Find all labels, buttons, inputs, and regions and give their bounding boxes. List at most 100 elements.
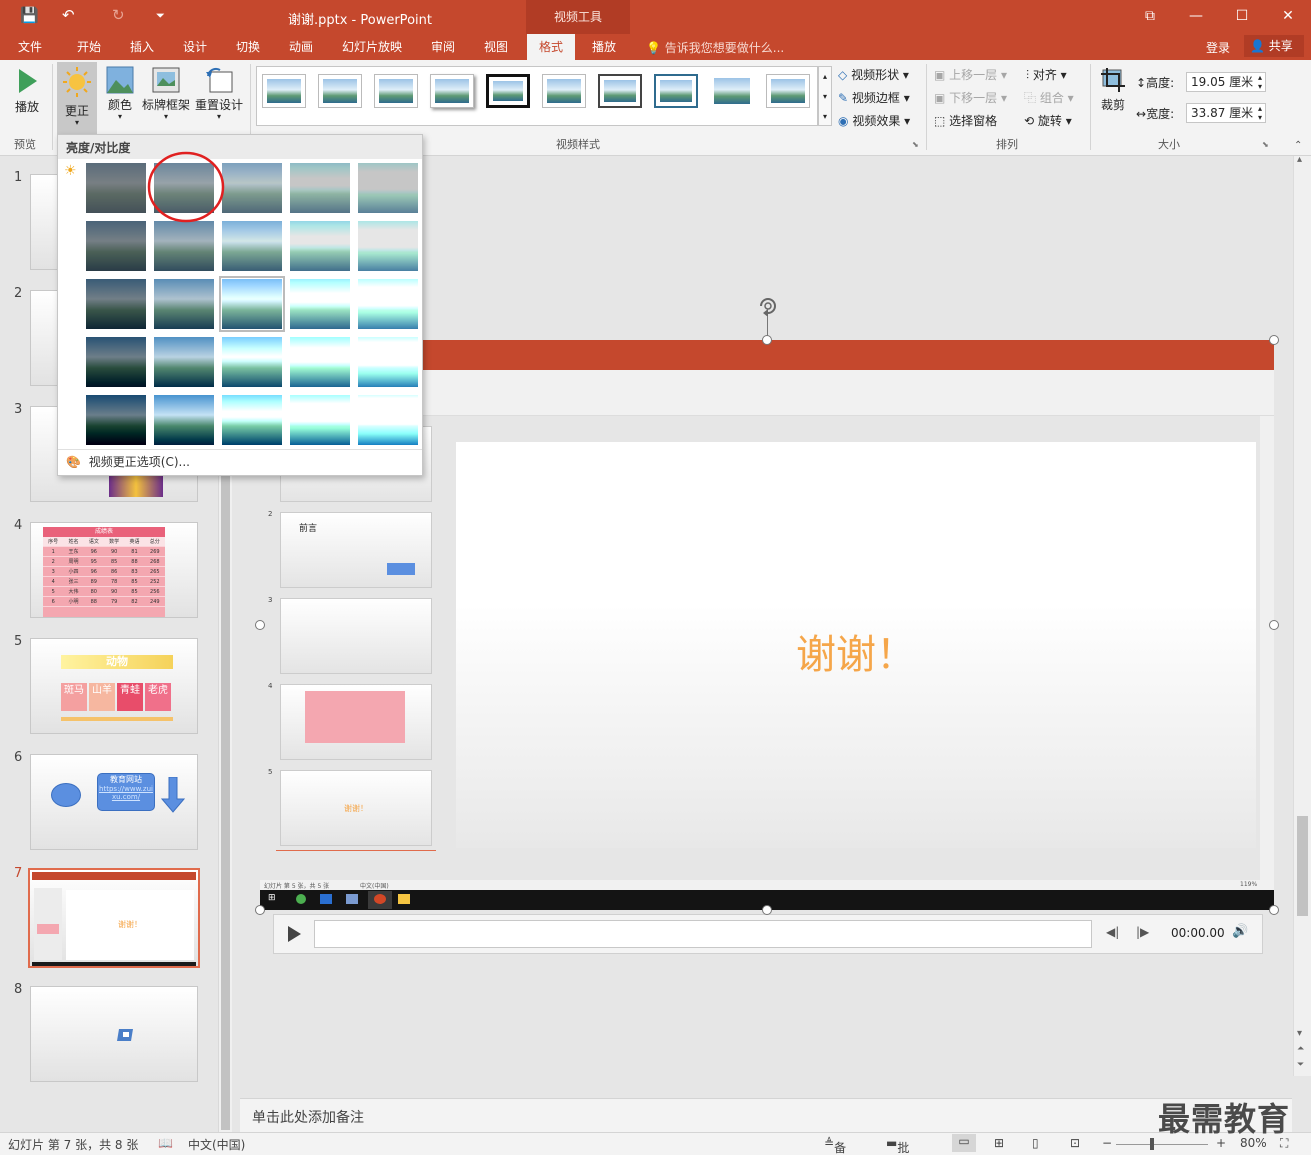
zoom-slider-thumb[interactable] (1150, 1138, 1154, 1150)
video-style-thumb[interactable] (262, 74, 306, 108)
zoom-out-icon[interactable]: − (1102, 1136, 1112, 1150)
slide-thumbnail-7[interactable]: 谢谢！ (28, 868, 200, 968)
width-spinner[interactable]: ▴ ▾ (1258, 104, 1262, 122)
gallery-scroll-buttons[interactable]: ▴ ▾ ▾ (818, 66, 832, 126)
brightness-contrast-option[interactable] (290, 221, 350, 271)
tab-insert[interactable]: 插入 (130, 38, 154, 55)
resize-handle-bottom-right[interactable] (1269, 905, 1279, 915)
tab-animations[interactable]: 动画 (289, 38, 313, 55)
brightness-contrast-option[interactable] (358, 395, 418, 445)
video-style-thumb[interactable] (542, 74, 586, 108)
send-backward-button[interactable]: ▣ 下移一层 ▾ (934, 89, 1007, 106)
save-icon[interactable]: 💾 (20, 6, 39, 24)
resize-handle-bottom[interactable] (762, 905, 772, 915)
brightness-contrast-option[interactable] (154, 395, 214, 445)
video-style-thumb[interactable] (598, 74, 642, 108)
customize-quick-access-icon[interactable]: ⏷ (156, 9, 165, 23)
reset-design-button[interactable]: 重置设计 ▾ (194, 66, 244, 121)
brightness-contrast-option[interactable] (290, 395, 350, 445)
undo-icon[interactable]: ↶ (62, 6, 75, 24)
brightness-contrast-option[interactable] (219, 276, 285, 332)
bring-forward-button[interactable]: ▣ 上移一层 ▾ (934, 66, 1007, 83)
selection-pane-button[interactable]: ⬚ 选择窗格 (934, 112, 997, 129)
tab-playback[interactable]: 播放 (592, 38, 616, 55)
brightness-contrast-option[interactable] (358, 221, 418, 271)
brightness-contrast-option[interactable] (154, 279, 214, 329)
dialog-launcher-icon[interactable]: ⬊ (912, 140, 919, 149)
normal-view-icon[interactable]: ▭ (952, 1134, 976, 1152)
width-input[interactable]: 33.87 厘米 ▴ ▾ (1186, 103, 1266, 123)
brightness-contrast-option[interactable] (154, 221, 214, 271)
brightness-contrast-option[interactable] (358, 337, 418, 387)
rotate-handle-icon[interactable] (756, 294, 780, 318)
login-link[interactable]: 登录 (1206, 39, 1230, 56)
tab-review[interactable]: 审阅 (431, 38, 455, 55)
color-button[interactable]: 颜色 ▾ (102, 66, 138, 121)
scroll-down-icon[interactable]: ▾ (1297, 1028, 1302, 1039)
video-effects-button[interactable]: ◉ 视频效果 ▾ (838, 112, 910, 129)
skip-forward-icon[interactable]: |▶ (1136, 925, 1149, 939)
maximize-button[interactable]: ☐ (1222, 4, 1262, 28)
tell-me-search[interactable]: 💡 告诉我您想要做什么... (646, 39, 784, 56)
play-preview-button[interactable]: 播放 (10, 66, 44, 115)
slide-sorter-icon[interactable]: ⊞ (994, 1136, 1004, 1150)
resize-handle-right[interactable] (1269, 620, 1279, 630)
tab-home[interactable]: 开始 (77, 38, 101, 55)
brightness-contrast-option[interactable] (222, 221, 282, 271)
redo-icon[interactable]: ↻ (112, 6, 125, 24)
video-style-thumb[interactable] (710, 74, 754, 108)
video-correction-options-link[interactable]: 🎨 视频更正选项(C)... (66, 453, 190, 470)
zoom-slider-track[interactable] (1116, 1144, 1208, 1145)
slide-scrollbar[interactable]: ▴ ▾ ⏶ ⏷ (1293, 154, 1311, 1076)
notes-pane[interactable]: 单击此处添加备注 (240, 1098, 1292, 1132)
video-style-thumb[interactable] (486, 74, 530, 108)
tab-view[interactable]: 视图 (484, 38, 508, 55)
minimize-button[interactable]: — (1176, 4, 1216, 28)
brightness-contrast-option[interactable] (86, 395, 146, 445)
brightness-contrast-option[interactable] (358, 163, 418, 213)
previous-slide-icon[interactable]: ⏶ (1297, 1044, 1304, 1054)
brightness-contrast-option[interactable] (86, 163, 146, 213)
resize-handle-left[interactable] (255, 620, 265, 630)
slide-thumbnail-6[interactable]: 教育网站 https://www.zuixu.com/ (30, 754, 198, 850)
tab-file[interactable]: 文件 (18, 38, 42, 55)
tab-transitions[interactable]: 切换 (236, 38, 260, 55)
group-button[interactable]: ⿻ 组合 ▾ (1024, 89, 1074, 106)
resize-handle-top-right[interactable] (1269, 335, 1279, 345)
crop-button[interactable]: 裁剪 (1096, 66, 1130, 113)
share-button[interactable]: 👤 共享 (1244, 35, 1304, 57)
language-status[interactable]: 中文(中国) (188, 1136, 245, 1153)
notes-toggle[interactable]: ≜ 备注 (824, 1136, 846, 1155)
skip-back-icon[interactable]: ◀| (1106, 925, 1119, 939)
slide-thumbnail-4[interactable]: 成绩表 序号 姓名 语文 数学 英语 总分 1 王东 96 90 81 269 2 周明 95 85 88 268… (30, 522, 198, 618)
align-button[interactable]: ⫶ 对齐 ▾ (1026, 66, 1067, 83)
rotate-button[interactable]: ⟲ 旋转 ▾ (1024, 112, 1072, 129)
brightness-contrast-option[interactable] (222, 395, 282, 445)
dialog-launcher-icon[interactable]: ⬊ (1262, 140, 1269, 149)
brightness-contrast-option[interactable] (86, 221, 146, 271)
height-input[interactable]: 19.05 厘米 ▴ ▾ (1186, 72, 1266, 92)
video-style-thumb[interactable] (654, 74, 698, 108)
poster-frame-button[interactable]: 标牌框架 ▾ (140, 66, 192, 121)
slideshow-view-icon[interactable]: ⊡ (1070, 1136, 1080, 1150)
height-spinner[interactable]: ▴ ▾ (1258, 73, 1262, 91)
video-style-thumb[interactable] (374, 74, 418, 108)
brightness-contrast-option[interactable] (290, 279, 350, 329)
brightness-contrast-option[interactable] (86, 279, 146, 329)
video-style-thumb[interactable] (430, 74, 474, 108)
slide-thumbnail-5[interactable]: 动物 斑马 山羊 青蛙 老虎 (30, 638, 198, 734)
brightness-contrast-option[interactable] (154, 337, 214, 387)
brightness-contrast-option[interactable] (290, 337, 350, 387)
volume-icon[interactable]: 🔊 (1232, 924, 1248, 939)
next-slide-icon[interactable]: ⏷ (1297, 1060, 1304, 1070)
brightness-contrast-option[interactable] (222, 163, 282, 213)
brightness-contrast-option[interactable] (86, 337, 146, 387)
media-progress-bar[interactable] (314, 920, 1092, 948)
brightness-contrast-option[interactable] (290, 163, 350, 213)
resize-handle-top[interactable] (762, 335, 772, 345)
tab-design[interactable]: 设计 (183, 38, 207, 55)
resize-handle-bottom-left[interactable] (255, 905, 265, 915)
video-border-button[interactable]: ✎ 视频边框 ▾ (838, 89, 910, 106)
brightness-contrast-option[interactable] (222, 337, 282, 387)
video-style-thumb[interactable] (766, 74, 810, 108)
